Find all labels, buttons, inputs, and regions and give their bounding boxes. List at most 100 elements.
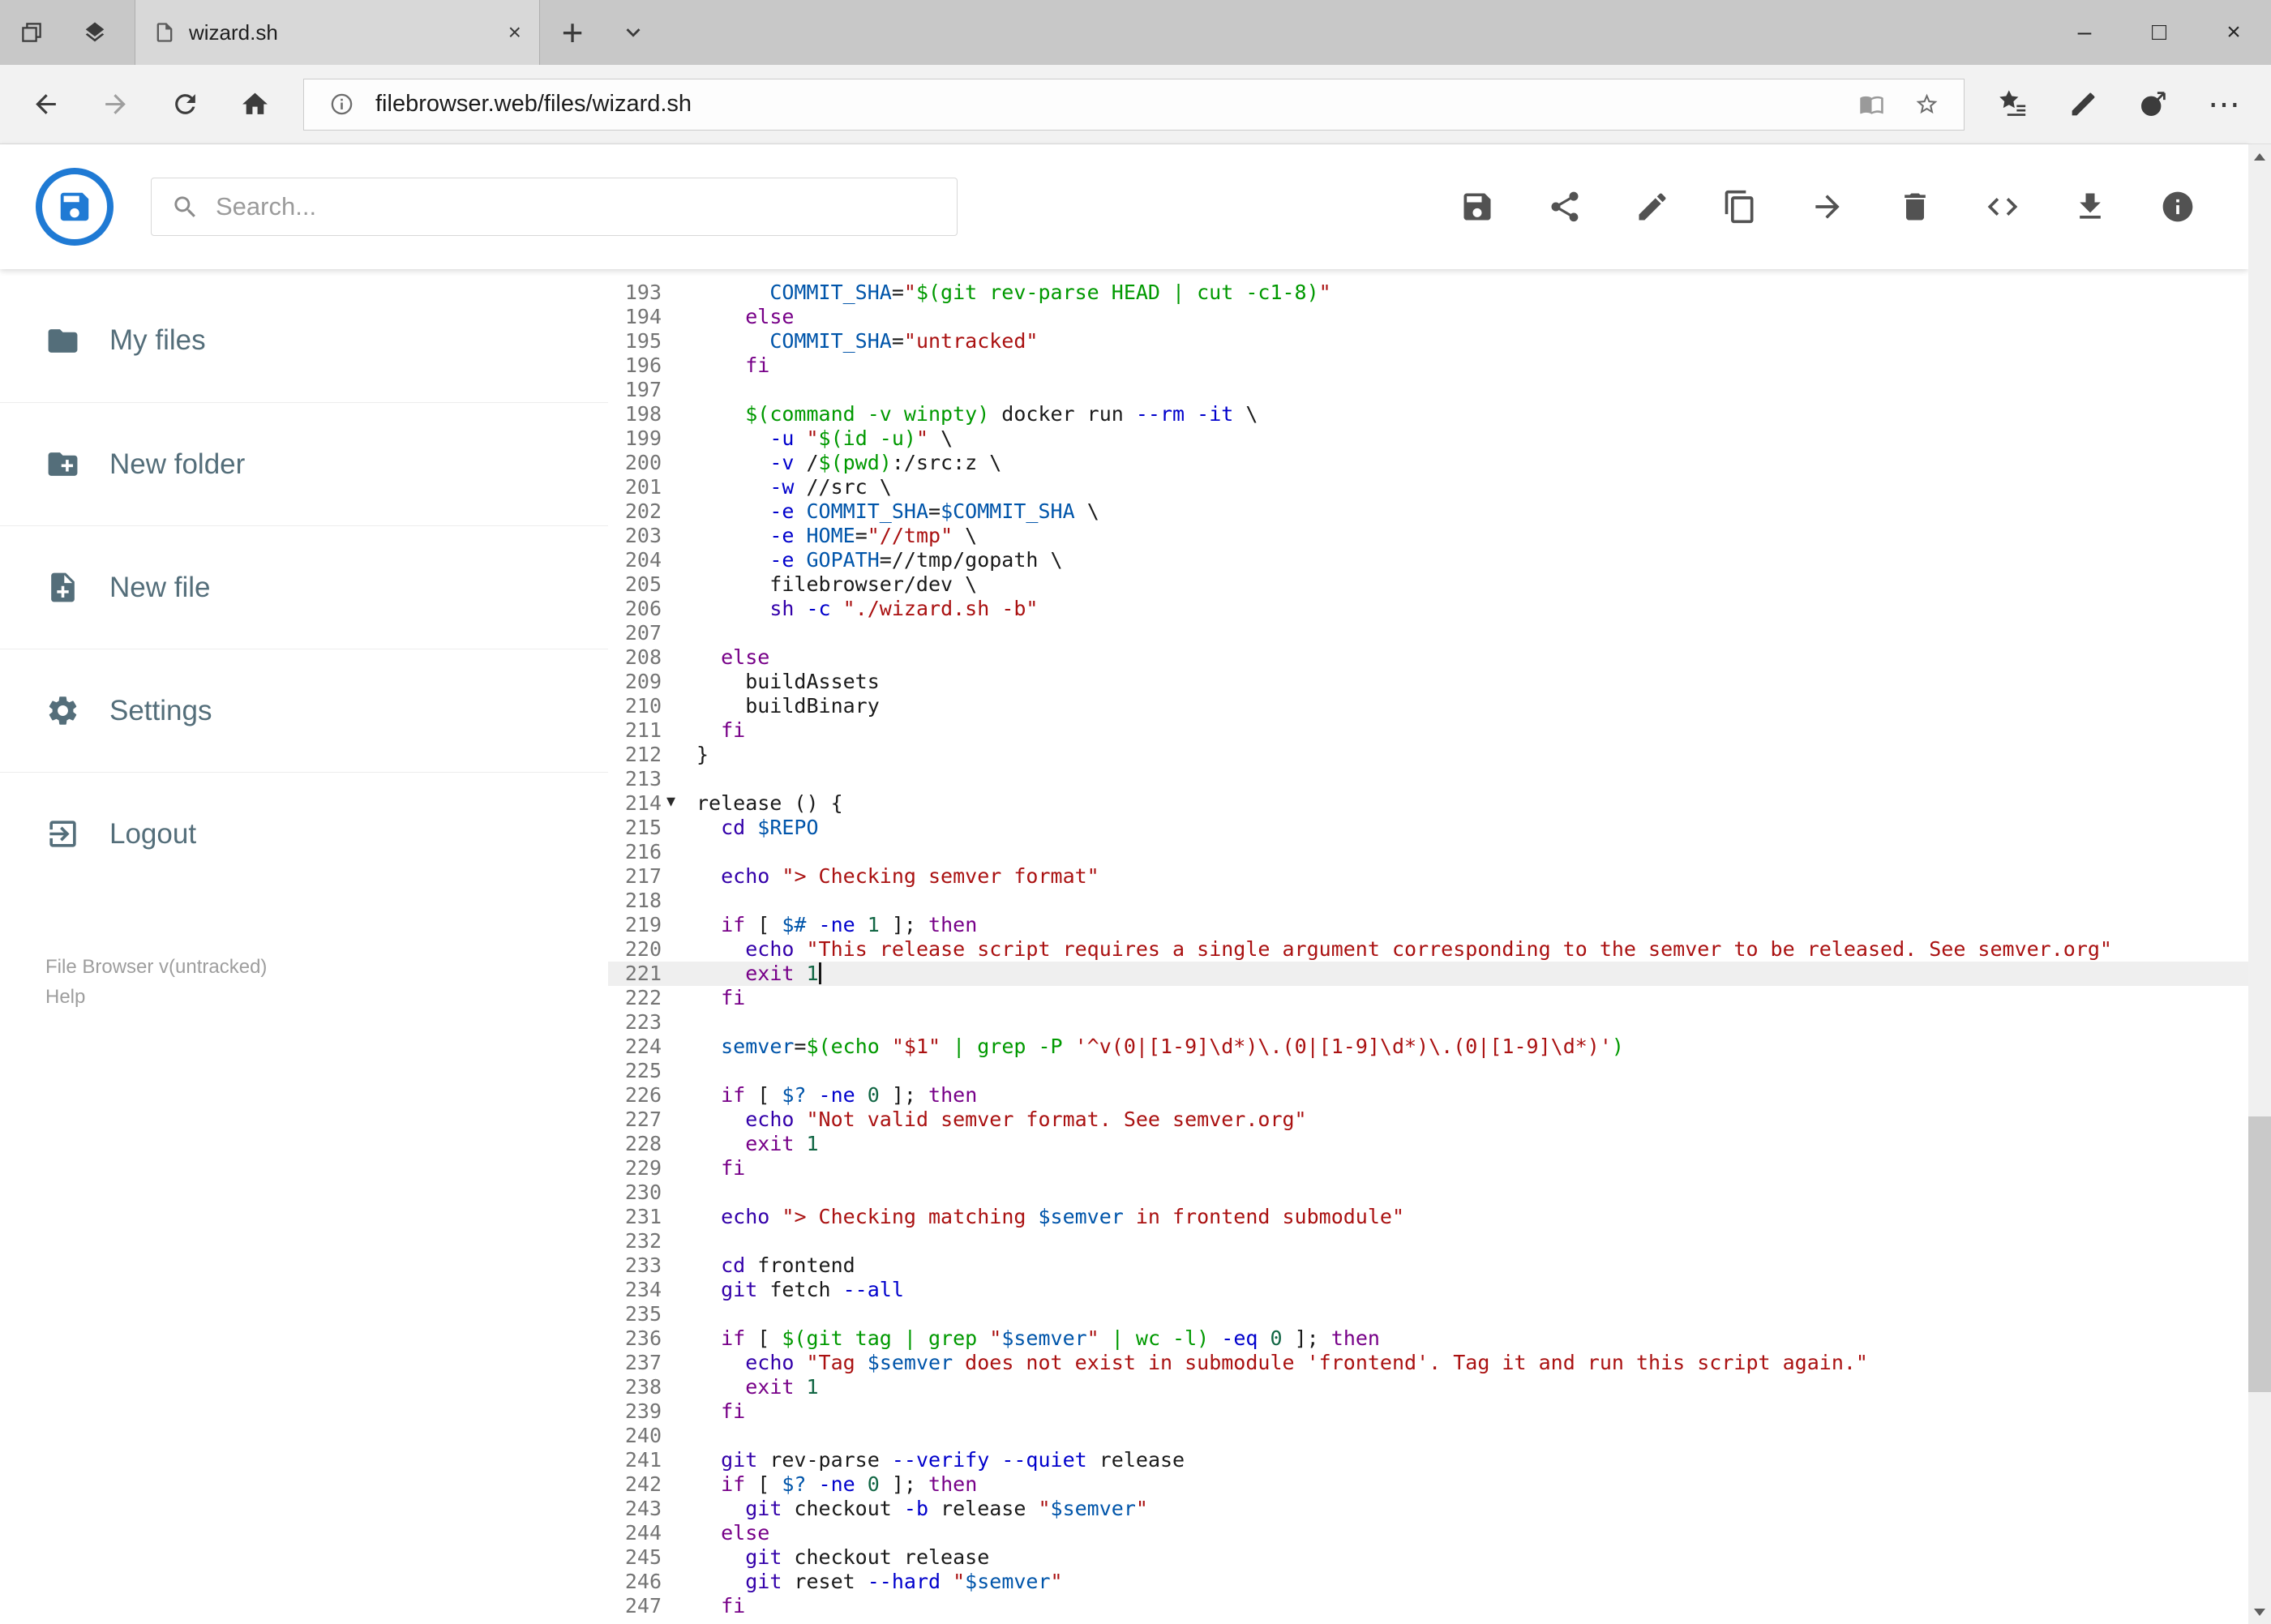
code-area[interactable]: 193 COMMIT_SHA="$(git rev-parse HEAD | c…: [608, 281, 2248, 1618]
save-button[interactable]: [1459, 188, 1496, 225]
sidebar-item-settings[interactable]: Settings: [0, 649, 608, 772]
code-line[interactable]: 232: [608, 1229, 2248, 1253]
tabs-set-aside-icon[interactable]: [63, 0, 126, 65]
close-button[interactable]: ×: [2196, 0, 2271, 65]
rename-button[interactable]: [1634, 188, 1671, 225]
scroll-up-arrow-icon[interactable]: [2248, 144, 2271, 169]
code-line[interactable]: 218: [608, 889, 2248, 913]
set-tabs-aside-icon[interactable]: [0, 0, 63, 65]
code-line[interactable]: 226 if [ $? -ne 0 ]; then: [608, 1083, 2248, 1108]
code-line[interactable]: 220 echo "This release script requires a…: [608, 937, 2248, 962]
code-line[interactable]: 205 filebrowser/dev \: [608, 572, 2248, 597]
browser-tab[interactable]: wizard.sh ×: [135, 0, 540, 65]
help-link[interactable]: Help: [45, 982, 608, 1012]
code-line[interactable]: 203 -e HOME="//tmp" \: [608, 524, 2248, 548]
code-line[interactable]: 230: [608, 1181, 2248, 1205]
search-input[interactable]: [216, 192, 937, 221]
code-line[interactable]: 202 -e COMMIT_SHA=$COMMIT_SHA \: [608, 499, 2248, 524]
code-line[interactable]: 198 $(command -v winpty) docker run --rm…: [608, 402, 2248, 426]
minimize-button[interactable]: –: [2047, 0, 2122, 65]
new-tab-button[interactable]: +: [540, 0, 605, 65]
reading-view-icon[interactable]: [1850, 84, 1892, 126]
code-line[interactable]: 217 echo "> Checking semver format": [608, 864, 2248, 889]
code-line[interactable]: 204 -e GOPATH=//tmp/gopath \: [608, 548, 2248, 572]
code-line[interactable]: 228 exit 1: [608, 1132, 2248, 1156]
sidebar-item-new-file[interactable]: New file: [0, 525, 608, 649]
ink-notes-button[interactable]: [2050, 72, 2115, 137]
code-line[interactable]: 242 if [ $? -ne 0 ]; then: [608, 1472, 2248, 1497]
delete-button[interactable]: [1896, 188, 1934, 225]
code-line[interactable]: 225: [608, 1059, 2248, 1083]
tab-close-icon[interactable]: ×: [508, 21, 521, 44]
share-file-button[interactable]: [1546, 188, 1583, 225]
code-line[interactable]: 207: [608, 621, 2248, 645]
code-line[interactable]: 243 git checkout -b release "$semver": [608, 1497, 2248, 1521]
tab-previews-chevron-icon[interactable]: [605, 0, 662, 65]
code-line[interactable]: 238 exit 1: [608, 1375, 2248, 1399]
code-line[interactable]: 209 buildAssets: [608, 670, 2248, 694]
code-line[interactable]: 240: [608, 1424, 2248, 1448]
fold-marker-icon[interactable]: ▾: [666, 790, 675, 814]
download-button[interactable]: [2072, 188, 2109, 225]
favorite-star-icon[interactable]: [1905, 84, 1947, 126]
code-line[interactable]: 206 sh -c "./wizard.sh -b": [608, 597, 2248, 621]
code-editor[interactable]: 193 COMMIT_SHA="$(git rev-parse HEAD | c…: [608, 269, 2248, 1624]
code-line[interactable]: 197: [608, 378, 2248, 402]
scrollbar-thumb[interactable]: [2248, 1116, 2271, 1392]
code-line[interactable]: 237 echo "Tag $semver does not exist in …: [608, 1351, 2248, 1375]
code-line[interactable]: 247 fi: [608, 1594, 2248, 1618]
code-line[interactable]: 231 echo "> Checking matching $semver in…: [608, 1205, 2248, 1229]
hub-favorites-button[interactable]: [1981, 72, 2046, 137]
share-button[interactable]: [2120, 72, 2185, 137]
forward-button[interactable]: [83, 72, 148, 137]
code-line[interactable]: 224 semver=$(echo "$1" | grep -P '^v(0|[…: [608, 1035, 2248, 1059]
address-bar[interactable]: filebrowser.web/files/wizard.sh: [303, 78, 1965, 131]
code-line[interactable]: 215 cd $REPO: [608, 816, 2248, 840]
code-line[interactable]: 214 ▾ release () {: [608, 791, 2248, 816]
sidebar-item-logout[interactable]: Logout: [0, 772, 608, 895]
code-line[interactable]: 221 exit 1: [608, 962, 2248, 986]
code-line[interactable]: 213: [608, 767, 2248, 791]
code-line[interactable]: 233 cd frontend: [608, 1253, 2248, 1278]
code-line[interactable]: 229 fi: [608, 1156, 2248, 1181]
code-line[interactable]: 208 else: [608, 645, 2248, 670]
code-line[interactable]: 236 if [ $(git tag | grep "$semver" | wc…: [608, 1326, 2248, 1351]
code-line[interactable]: 193 COMMIT_SHA="$(git rev-parse HEAD | c…: [608, 281, 2248, 305]
code-line[interactable]: 241 git rev-parse --verify --quiet relea…: [608, 1448, 2248, 1472]
scroll-down-arrow-icon[interactable]: [2248, 1600, 2271, 1624]
code-line[interactable]: 200 -v /$(pwd):/src:z \: [608, 451, 2248, 475]
code-line[interactable]: 239 fi: [608, 1399, 2248, 1424]
maximize-button[interactable]: □: [2122, 0, 2196, 65]
code-line[interactable]: 244 else: [608, 1521, 2248, 1545]
code-line[interactable]: 227 echo "Not valid semver format. See s…: [608, 1108, 2248, 1132]
info-button[interactable]: [2159, 188, 2196, 225]
code-line[interactable]: 246 git reset --hard "$semver": [608, 1570, 2248, 1594]
site-info-icon[interactable]: [320, 84, 362, 126]
code-line[interactable]: 212}: [608, 743, 2248, 767]
code-line[interactable]: 235: [608, 1302, 2248, 1326]
copy-button[interactable]: [1721, 188, 1759, 225]
search-box[interactable]: [151, 178, 958, 236]
code-line[interactable]: 199 -u "$(id -u)" \: [608, 426, 2248, 451]
code-line[interactable]: 195 COMMIT_SHA="untracked": [608, 329, 2248, 354]
sidebar-item-new-folder[interactable]: New folder: [0, 402, 608, 525]
code-line[interactable]: 234 git fetch --all: [608, 1278, 2248, 1302]
code-line[interactable]: 211 fi: [608, 718, 2248, 743]
code-line[interactable]: 222 fi: [608, 986, 2248, 1010]
code-line[interactable]: 210 buildBinary: [608, 694, 2248, 718]
refresh-button[interactable]: [152, 72, 217, 137]
code-line[interactable]: 216: [608, 840, 2248, 864]
code-line[interactable]: 245 git checkout release: [608, 1545, 2248, 1570]
page-scrollbar[interactable]: [2248, 144, 2271, 1624]
home-button[interactable]: [222, 72, 287, 137]
sidebar-item-my-files[interactable]: My files: [0, 279, 608, 402]
code-line[interactable]: 223: [608, 1010, 2248, 1035]
code-line[interactable]: 194 else: [608, 305, 2248, 329]
code-view-button[interactable]: [1984, 188, 2021, 225]
back-button[interactable]: [13, 72, 78, 137]
code-line[interactable]: 196 fi: [608, 354, 2248, 378]
code-line[interactable]: 201 -w //src \: [608, 475, 2248, 499]
settings-more-button[interactable]: ⋯: [2190, 72, 2258, 137]
move-button[interactable]: [1809, 188, 1846, 225]
code-line[interactable]: 219 if [ $# -ne 1 ]; then: [608, 913, 2248, 937]
